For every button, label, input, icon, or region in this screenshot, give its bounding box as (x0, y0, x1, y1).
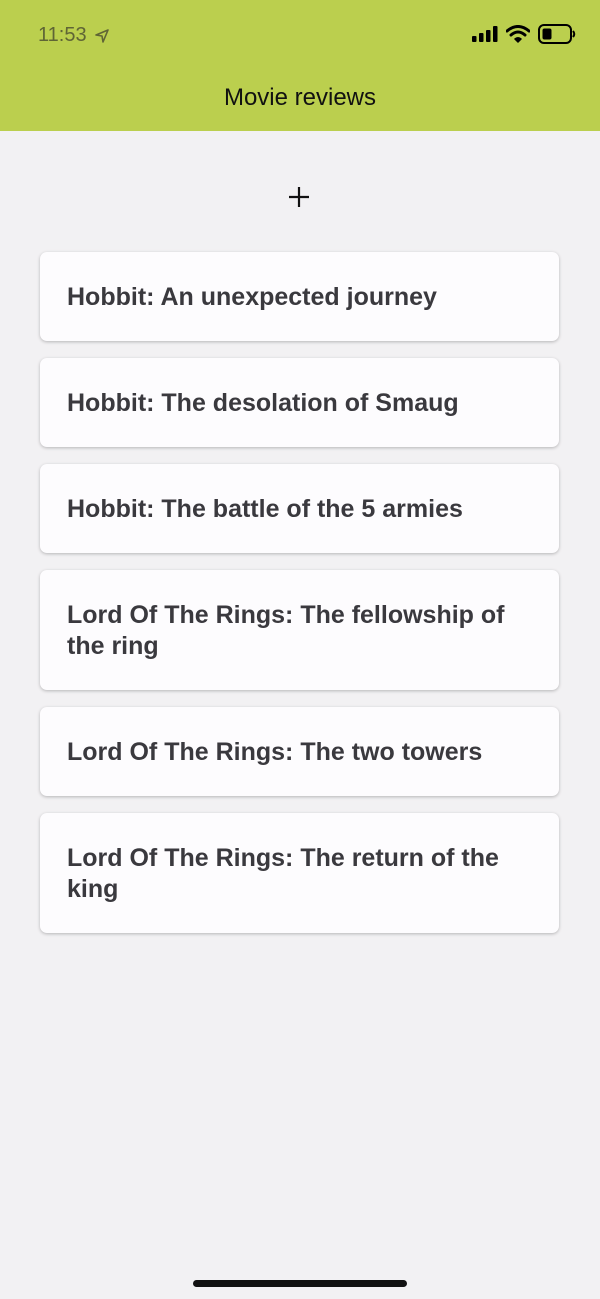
battery-icon (538, 24, 576, 44)
location-arrow-icon (94, 28, 109, 43)
movie-card[interactable]: Hobbit: The battle of the 5 armies (40, 464, 559, 553)
app-header: 11:53 Movie reviews (0, 0, 600, 131)
movie-list: Hobbit: An unexpected journey Hobbit: Th… (40, 252, 559, 950)
movie-title: Lord Of The Rings: The fellowship of the… (67, 601, 505, 660)
status-bar-left: 11:53 (38, 24, 109, 47)
wifi-icon (506, 25, 530, 43)
movie-title: Lord Of The Rings: The return of the kin… (67, 844, 499, 903)
movie-title: Lord Of The Rings: The two towers (67, 738, 483, 766)
movie-title: Hobbit: An unexpected journey (67, 283, 437, 311)
plus-icon (284, 182, 314, 212)
status-time: 11:53 (38, 24, 87, 46)
movie-card[interactable]: Lord Of The Rings: The two towers (40, 707, 559, 796)
add-movie-button[interactable] (284, 182, 314, 212)
status-bar-right (472, 24, 576, 44)
movie-title: Hobbit: The battle of the 5 armies (67, 495, 463, 523)
movie-card[interactable]: Hobbit: The desolation of Smaug (40, 358, 559, 447)
movie-card[interactable]: Hobbit: An unexpected journey (40, 252, 559, 341)
cellular-signal-icon (472, 26, 498, 42)
home-indicator[interactable] (193, 1280, 407, 1287)
movie-card[interactable]: Lord Of The Rings: The return of the kin… (40, 813, 559, 933)
movie-card[interactable]: Lord Of The Rings: The fellowship of the… (40, 570, 559, 690)
page-title: Movie reviews (223, 84, 377, 111)
movie-title: Hobbit: The desolation of Smaug (67, 389, 459, 417)
